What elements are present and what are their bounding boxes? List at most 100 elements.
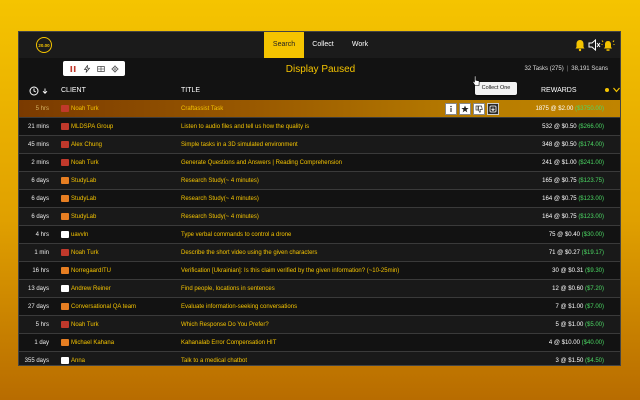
- layout-button[interactable]: [96, 64, 106, 74]
- task-row[interactable]: 6 days StudyLab Research Study(~ 4 minutes…: [19, 190, 620, 208]
- sort-desc-icon[interactable]: [42, 88, 48, 94]
- task-title[interactable]: Which Response Do You Prefer?: [181, 316, 451, 334]
- task-title[interactable]: Research Study(~ 4 minutes): [181, 190, 451, 208]
- column-rewards[interactable]: REWARDS: [541, 82, 577, 100]
- task-row[interactable]: 2 mins Noah Turk Generate Questions and An…: [19, 154, 620, 172]
- clock-icon[interactable]: [29, 86, 39, 96]
- task-row[interactable]: 4 hrs uavvln Type verbal commands to contr…: [19, 226, 620, 244]
- task-age: 13 days: [27, 286, 49, 292]
- collect-icon: [489, 105, 497, 113]
- client-name[interactable]: StudyLab: [71, 172, 171, 190]
- task-row[interactable]: 355 days Anna Talk to a medical chatbot 3 @…: [19, 352, 620, 365]
- task-title[interactable]: Type verbal commands to control a drone: [181, 226, 451, 244]
- client-flag-icon: [61, 267, 69, 274]
- task-row[interactable]: 16 hrs NorregaardITU Verification [Ukraini…: [19, 262, 620, 280]
- task-row[interactable]: 1 day Michael Kahana Kahanalab Error Compe…: [19, 334, 620, 352]
- reward-total: ($19.17): [581, 250, 604, 256]
- task-age: 21 mins: [27, 124, 49, 130]
- filter-button[interactable]: [82, 64, 92, 74]
- client-flag-icon: [61, 249, 69, 256]
- collect-one-button[interactable]: [487, 103, 499, 115]
- task-title[interactable]: Kahanalab Error Compensation HIT: [181, 334, 451, 352]
- reward-price: $1.00: [568, 322, 584, 328]
- task-row[interactable]: 27 days Conversational QA team Evaluate in…: [19, 298, 620, 316]
- client-name[interactable]: Andrew Reiner: [71, 280, 171, 298]
- task-row[interactable]: 6 days StudyLab Research Study(~ 4 minutes…: [19, 172, 620, 190]
- task-title[interactable]: Craftassist Task: [181, 100, 451, 118]
- gear-icon: [111, 65, 119, 72]
- speaker-mute-icon[interactable]: [587, 38, 601, 52]
- client-name[interactable]: Conversational QA team: [71, 298, 171, 316]
- reward-info: 3 @ $1.50 ($4.50): [555, 358, 604, 364]
- bell-icon[interactable]: [573, 38, 587, 52]
- reward-quantity: 7: [555, 304, 559, 310]
- client-name[interactable]: Alex Chung: [71, 136, 171, 154]
- task-row[interactable]: 5 hrs Noah Turk Craftassist Task 1875 @ $2.…: [19, 100, 620, 118]
- task-title[interactable]: Research Study(~ 4 minutes): [181, 208, 451, 226]
- reward-total: ($9.30): [584, 268, 604, 274]
- task-age: 1 min: [34, 250, 49, 256]
- task-title[interactable]: Talk to a medical chatbot: [181, 352, 451, 365]
- task-row[interactable]: 13 days Andrew Reiner Find people, locatio…: [19, 280, 620, 298]
- tab-search[interactable]: Search: [264, 32, 304, 58]
- task-title[interactable]: Listen to audio files and tell us how th…: [181, 118, 451, 136]
- chevron-down-icon[interactable]: [613, 87, 620, 93]
- toolbar: Display Paused 32 Tasks (275) | 38,191 Sca…: [19, 58, 620, 82]
- tab-work[interactable]: Work: [346, 32, 374, 58]
- task-row[interactable]: 45 mins Alex Chung Simple tasks in a 3D si…: [19, 136, 620, 154]
- task-row[interactable]: 6 days StudyLab Research Study(~ 4 minutes…: [19, 208, 620, 226]
- reward-info: 4 @ $10.00 ($40.00): [548, 340, 604, 346]
- task-title[interactable]: Verification [Ukrainian]: Is this claim …: [181, 262, 451, 280]
- reward-price: $0.60: [568, 286, 584, 292]
- client-name[interactable]: Noah Turk: [71, 154, 171, 172]
- client-name[interactable]: uavvln: [71, 226, 171, 244]
- task-title[interactable]: Find people, locations in sentences: [181, 280, 451, 298]
- client-name[interactable]: StudyLab: [71, 208, 171, 226]
- task-row[interactable]: 5 hrs Noah Turk Which Response Do You Pref…: [19, 316, 620, 334]
- task-title[interactable]: Generate Questions and Answers | Reading…: [181, 154, 451, 172]
- client-name[interactable]: StudyLab: [71, 190, 171, 208]
- task-count: 32 Tasks (275): [524, 66, 564, 72]
- reward-info: 164 @ $0.75 ($123.00): [542, 196, 604, 202]
- reward-price: $1.50: [568, 358, 584, 364]
- client-flag-icon: [61, 213, 69, 220]
- client-name[interactable]: Noah Turk: [71, 100, 171, 118]
- pause-button[interactable]: [68, 64, 78, 74]
- task-title[interactable]: Describe the short video using the given…: [181, 244, 451, 262]
- client-name[interactable]: Noah Turk: [71, 244, 171, 262]
- client-name[interactable]: MLDSPA Group: [71, 118, 171, 136]
- reward-info: 165 @ $0.75 ($123.75): [542, 178, 604, 184]
- reward-info: 71 @ $0.27 ($19.17): [548, 250, 604, 256]
- settings-button[interactable]: [110, 64, 120, 74]
- reward-total: ($7.20): [584, 286, 604, 292]
- table-header: CLIENT TITLE REWARDS: [19, 82, 620, 100]
- task-title[interactable]: Research Study(~ 4 minutes): [181, 172, 451, 190]
- client-name[interactable]: NorregaardITU: [71, 262, 171, 280]
- column-title[interactable]: TITLE: [181, 82, 200, 100]
- star-icon: [461, 105, 469, 113]
- task-row[interactable]: 1 min Noah Turk Describe the short video u…: [19, 244, 620, 262]
- alarm-bell-icon[interactable]: [601, 38, 615, 52]
- tab-collect[interactable]: Collect: [308, 32, 338, 58]
- block-button[interactable]: [473, 103, 485, 115]
- favorite-button[interactable]: [459, 103, 471, 115]
- reward-quantity: 241: [542, 160, 553, 166]
- reward-quantity: 12: [552, 286, 559, 292]
- collect-one-tooltip: Collect One: [475, 82, 517, 95]
- info-button[interactable]: [445, 103, 457, 115]
- client-name[interactable]: Noah Turk: [71, 316, 171, 334]
- task-row[interactable]: 21 mins MLDSPA Group Listen to audio files…: [19, 118, 620, 136]
- reward-quantity: 348: [542, 142, 553, 148]
- task-title[interactable]: Evaluate information-seeking conversatio…: [181, 298, 451, 316]
- client-name[interactable]: Michael Kahana: [71, 334, 171, 352]
- column-client[interactable]: CLIENT: [61, 82, 86, 100]
- reward-info: 1875 @ $2.00 ($3750.00): [535, 106, 604, 112]
- task-title[interactable]: Simple tasks in a 3D simulated environme…: [181, 136, 451, 154]
- task-age: 5 hrs: [35, 106, 49, 112]
- reward-price: $0.31: [568, 268, 584, 274]
- scan-count: 38,191 Scans: [571, 66, 608, 72]
- task-age: 2 mins: [31, 160, 49, 166]
- reward-total: ($30.00): [581, 232, 604, 238]
- reward-info: 164 @ $0.75 ($123.00): [542, 214, 604, 220]
- client-name[interactable]: Anna: [71, 352, 171, 365]
